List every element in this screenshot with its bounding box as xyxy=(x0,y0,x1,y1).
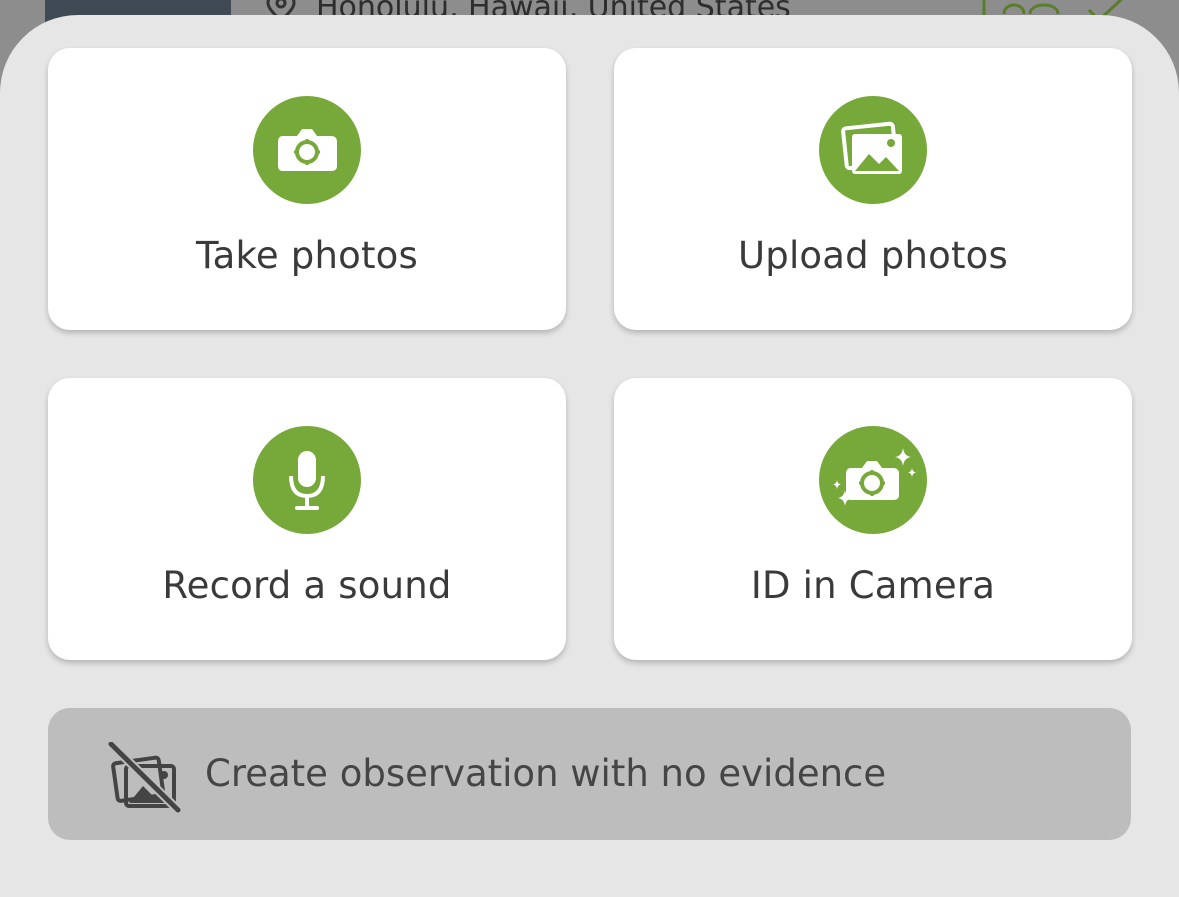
no-photo-icon xyxy=(108,742,182,814)
sparkle-camera-icon xyxy=(819,426,927,534)
microphone-icon xyxy=(253,426,361,534)
id-in-camera-button[interactable]: ID in Camera xyxy=(614,378,1132,660)
take-photos-label: Take photos xyxy=(196,234,418,277)
id-in-camera-label: ID in Camera xyxy=(750,564,996,607)
photo-gallery-icon xyxy=(819,96,927,204)
upload-photos-button[interactable]: Upload photos xyxy=(614,48,1132,330)
camera-icon xyxy=(253,96,361,204)
create-no-evidence-label: Create observation with no evidence xyxy=(205,752,887,795)
record-sound-button[interactable]: Record a sound xyxy=(48,378,566,660)
take-photos-button[interactable]: Take photos xyxy=(48,48,566,330)
record-sound-label: Record a sound xyxy=(162,564,452,607)
upload-photos-label: Upload photos xyxy=(737,234,1008,277)
create-no-evidence-button[interactable]: Create observation with no evidence xyxy=(48,708,1131,840)
